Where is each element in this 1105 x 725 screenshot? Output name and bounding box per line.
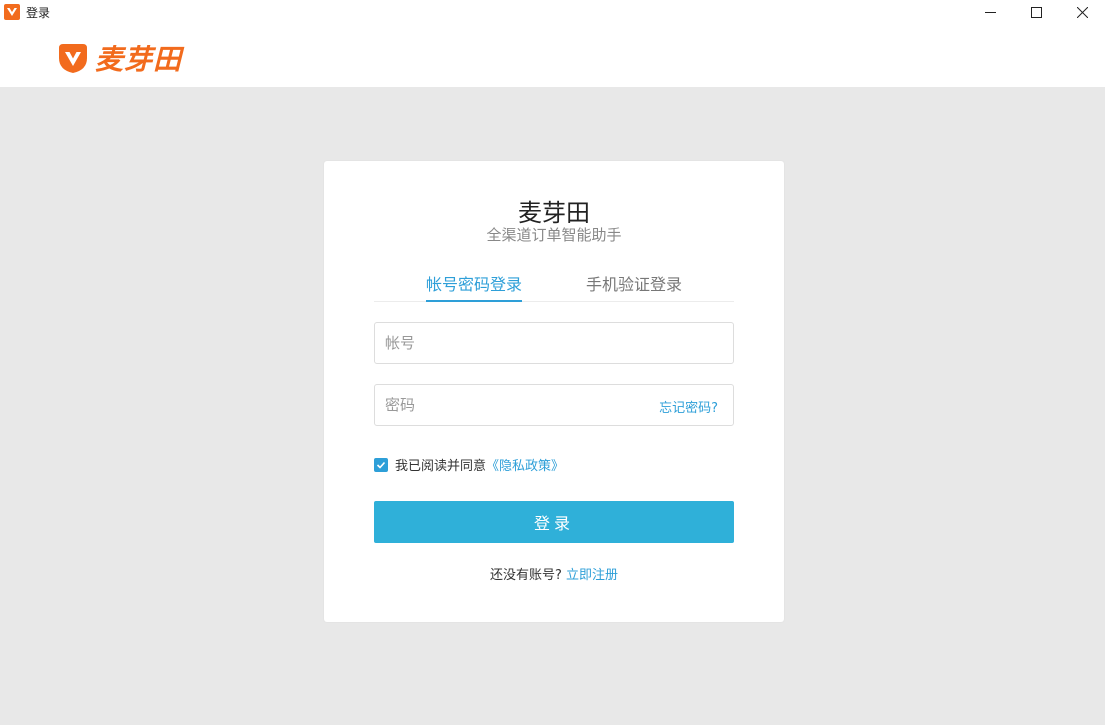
close-icon xyxy=(1076,6,1088,18)
card-subtitle: 全渠道订单智能助手 xyxy=(486,226,622,244)
agree-checkbox[interactable] xyxy=(374,457,388,472)
login-card: 麦芽田 全渠道订单智能助手 帐号密码登录 手机验证登录 忘记密码? 我已阅读并同… xyxy=(324,161,784,622)
brand-logo: 麦芽田 xyxy=(55,38,182,78)
check-icon xyxy=(376,461,386,469)
tab-account-login[interactable]: 帐号密码登录 xyxy=(426,271,523,302)
card-title: 麦芽田 xyxy=(518,199,590,227)
minimize-button[interactable] xyxy=(967,0,1013,24)
password-field: 忘记密码? xyxy=(374,384,734,426)
window-titlebar: 登录 xyxy=(0,0,1105,24)
close-button[interactable] xyxy=(1059,0,1105,24)
login-tabs: 帐号密码登录 手机验证登录 xyxy=(374,265,734,302)
window-controls xyxy=(967,0,1105,24)
tab-phone-login[interactable]: 手机验证登录 xyxy=(586,271,682,301)
account-field xyxy=(374,322,734,364)
forgot-password-link[interactable]: 忘记密码? xyxy=(659,397,718,416)
brand-logo-icon xyxy=(59,44,87,73)
register-text: 还没有账号? xyxy=(489,568,562,583)
register-prompt: 还没有账号? 立即注册 xyxy=(324,564,784,583)
privacy-agreement: 我已阅读并同意 《隐私政策》 xyxy=(374,455,564,474)
privacy-policy-link[interactable]: 《隐私政策》 xyxy=(486,455,564,474)
maximize-icon xyxy=(1030,6,1042,18)
app-header: 麦芽田 xyxy=(0,24,1105,87)
login-button[interactable]: 登录 xyxy=(374,501,734,543)
maximize-button[interactable] xyxy=(1013,0,1059,24)
account-input[interactable] xyxy=(385,323,645,363)
password-input[interactable] xyxy=(385,385,645,425)
app-logo-icon xyxy=(4,4,20,20)
register-link[interactable]: 立即注册 xyxy=(566,568,618,583)
brand-name: 麦芽田 xyxy=(95,43,183,76)
window-title: 登录 xyxy=(26,5,51,20)
agree-text: 我已阅读并同意 xyxy=(395,459,487,474)
minimize-icon xyxy=(984,11,996,13)
